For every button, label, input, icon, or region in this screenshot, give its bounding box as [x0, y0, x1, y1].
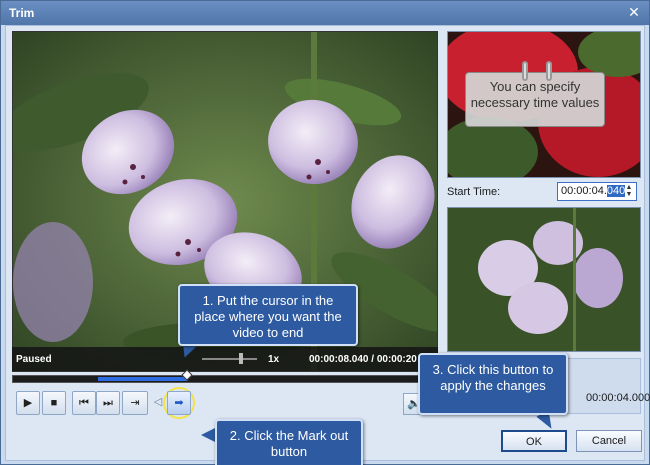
mark-in-icon: ⇥ — [130, 397, 140, 409]
time-readout: 00:00:08.040 / 00:00:20 — [309, 354, 417, 365]
note-ring-icon — [522, 61, 528, 81]
note-ring-icon — [546, 61, 552, 81]
mark-out-icon: ➡ — [174, 397, 184, 409]
stop-button[interactable]: ■ — [42, 391, 66, 415]
next-frame-icon: ⏭ — [103, 397, 113, 409]
mark-out-button[interactable]: ➡ — [167, 391, 191, 415]
speed-value: 1x — [268, 354, 280, 365]
player-status-bar: Paused 1x 00:00:08.040 / 00:00:20 — [12, 347, 438, 371]
close-icon[interactable]: ✕ — [625, 3, 643, 21]
hint-note: You can specify necessary time values — [465, 61, 605, 127]
window-title: Trim — [9, 6, 35, 20]
stop-icon: ■ — [50, 397, 58, 409]
start-time-label: Start Time: — [447, 186, 501, 198]
trim-dialog: Trim ✕ Paused 1x 00:00:08.040 / 00:00:20… — [0, 0, 650, 465]
next-frame-button[interactable]: ⏭ — [96, 391, 120, 415]
start-frame-preview: You can specify necessary time values — [447, 31, 641, 178]
start-time-value: 00:00:04. — [561, 185, 607, 197]
playback-controls: ▶ ■ ⏮ ⏭ ⇥ ◁ ➡ 🔈 — [12, 387, 438, 419]
foxglove-thumbnail-image — [448, 208, 640, 351]
cancel-button[interactable]: Cancel — [576, 430, 642, 452]
callout-step-2: 2. Click the Mark out button — [215, 419, 363, 465]
playback-status: Paused — [16, 354, 52, 365]
dialog-body: Paused 1x 00:00:08.040 / 00:00:20 ▶ ■ ⏮ … — [5, 25, 650, 465]
play-icon: ▶ — [23, 397, 33, 409]
start-time-row: Start Time: 00:00:04.040 ▲ ▼ — [447, 182, 641, 202]
duration-value: 00:00:04.000 — [586, 392, 650, 404]
mark-in-alt-icon: ◁ — [153, 396, 163, 408]
spin-buttons[interactable]: ▲ ▼ — [623, 184, 635, 199]
previous-frame-button[interactable]: ⏮ — [72, 391, 96, 415]
start-time-input[interactable]: 00:00:04.040 ▲ ▼ — [557, 182, 637, 201]
callout-step-1: 1. Put the cursor in the place where you… — [178, 284, 358, 346]
hint-note-text: You can specify necessary time values — [470, 79, 600, 110]
previous-frame-icon: ⏮ — [79, 397, 89, 409]
mark-in-button[interactable]: ⇥ — [122, 391, 148, 415]
callout-step-3: 3. Click this button to apply the change… — [418, 353, 568, 415]
timeline[interactable] — [12, 369, 438, 383]
title-bar: Trim ✕ — [1, 1, 649, 25]
timeline-selection — [98, 377, 187, 381]
speed-slider-handle[interactable] — [239, 353, 243, 364]
ok-button[interactable]: OK — [501, 430, 567, 452]
play-button[interactable]: ▶ — [16, 391, 40, 415]
speed-slider[interactable] — [202, 358, 257, 360]
callout-pointer — [201, 428, 215, 442]
end-frame-preview — [447, 207, 641, 352]
